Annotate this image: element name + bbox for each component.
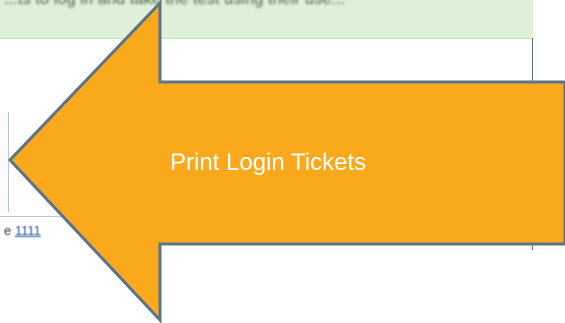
print-login-tickets-label: Print Login Tickets bbox=[170, 149, 367, 176]
